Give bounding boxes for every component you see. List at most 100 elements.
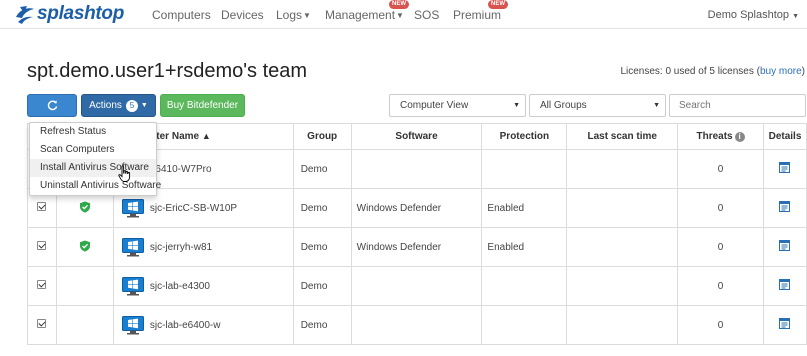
new-badge: NEW [488,0,508,9]
row-checkbox[interactable] [37,202,47,211]
computer-monitor-icon [121,237,144,256]
shield-check-icon [79,201,90,213]
hand-cursor-icon [118,165,131,182]
computer-name-link[interactable]: sjc-jerryh-w81 [150,242,212,253]
row-checkbox[interactable] [37,319,47,328]
view-select[interactable]: Computer View ▼ [389,94,526,117]
software-cell [350,149,483,189]
menu-item-scan-computers[interactable]: Scan Computers [30,141,156,159]
select-arrow-icon: ▼ [513,102,520,109]
actions-dropdown-menu: Refresh Status Scan Computers Install An… [29,122,161,196]
computer-name-link[interactable]: sjc-EricC-SB-W10P [150,203,237,214]
row-checkbox-cell[interactable] [27,266,57,306]
row-checkbox[interactable] [37,241,47,250]
info-icon[interactable]: i [734,132,745,142]
licenses-text: Licenses: 0 used of 5 licenses ( [620,66,760,77]
last-scan-cell [566,305,679,345]
refresh-button[interactable] [27,94,77,117]
last-scan-header[interactable]: Last scan time [566,123,679,150]
details-icon[interactable] [779,201,791,212]
software-header[interactable]: Software [350,123,483,150]
computer-monitor-icon [121,276,144,295]
user-menu[interactable]: Demo Splashtop ▼ [708,9,799,21]
buy-bitdefender-button[interactable]: Buy Bitdefender [160,94,245,117]
details-cell [762,149,807,189]
protection-header[interactable]: Protection [481,123,568,150]
computer-name-link[interactable]: e6410-W7Pro [150,164,212,175]
threats-cell: 0 [677,266,764,306]
protection-status-cell [55,227,114,267]
nav-computers[interactable]: Computers [152,8,211,22]
menu-item-install-antivirus[interactable]: Install Antivirus Software [30,159,156,177]
nav-sos[interactable]: SOS [414,8,439,22]
group-select[interactable]: All Groups ▼ [529,94,666,117]
refresh-icon [47,100,57,111]
shield-check-icon [79,240,90,252]
protection-cell: Enabled [481,188,568,228]
software-cell: Windows Defender [350,227,483,267]
nav-label: Premium [453,8,502,22]
new-badge: NEW [389,0,409,9]
group-header[interactable]: Group [292,123,352,150]
caret-down-icon: ▼ [792,13,799,20]
select-arrow-icon: ▼ [653,102,660,109]
threats-cell: 0 [677,149,764,189]
group-cell: Demo [292,188,352,228]
splashtop-logo[interactable]: splashtop [14,3,124,25]
row-checkbox[interactable] [37,280,47,289]
details-icon[interactable] [779,240,791,251]
menu-item-refresh-status[interactable]: Refresh Status [30,123,156,141]
group-select-value: All Groups [540,100,587,111]
table-row[interactable]: sjc-jerryh-w81 Demo Windows Defender Enable… [27,227,807,267]
protection-status-cell [55,266,114,306]
actions-count-badge: 5 [125,99,138,112]
details-icon[interactable] [779,279,791,290]
computer-monitor-icon [121,315,144,334]
brand-name: splashtop [37,3,125,24]
actions-label: Actions [89,100,122,111]
table-row[interactable]: sjc-lab-e4300 Demo 0 [27,266,807,306]
details-header: Details [762,123,807,150]
menu-item-uninstall-antivirus[interactable]: Uninstall Antivirus Software [30,177,161,195]
threats-header[interactable]: Threats i [677,123,764,150]
table-row[interactable]: sjc-lab-e6400-w Demo 0 [27,305,807,345]
computer-name-link[interactable]: sjc-lab-e4300 [150,281,210,292]
splashtop-logo-icon [16,6,34,24]
computer-name-cell: sjc-jerryh-w81 [112,227,294,267]
caret-down-icon: ▼ [396,11,404,20]
software-cell [350,305,483,345]
threats-cell: 0 [677,305,764,345]
details-cell [762,227,807,267]
row-checkbox-cell[interactable] [27,305,57,345]
nav-devices[interactable]: Devices [221,8,264,22]
protection-cell [481,305,568,345]
search-input[interactable] [669,94,806,117]
threats-cell: 0 [677,227,764,267]
last-scan-cell [566,188,679,228]
protection-cell [481,149,568,189]
details-icon[interactable] [779,318,791,329]
protection-cell [481,266,568,306]
group-cell: Demo [292,305,352,345]
nav-management[interactable]: Management▼ NEW [325,0,409,22]
last-scan-cell [566,149,679,189]
threats-cell: 0 [677,188,764,228]
computer-name-link[interactable]: sjc-lab-e6400-w [150,320,221,331]
software-cell [350,266,483,306]
details-icon[interactable] [779,162,791,173]
nav-label: SOS [414,8,440,22]
top-navbar: splashtop Computers Devices Logs▼ Manage… [0,0,807,29]
buy-more-link[interactable]: buy more [760,66,802,77]
nav-logs[interactable]: Logs▼ [276,8,311,22]
computer-name-cell: sjc-lab-e6400-w [112,305,294,345]
nav-label: Management [325,8,396,22]
group-cell: Demo [292,227,352,267]
actions-button[interactable]: Actions 5 ▼ [81,94,156,117]
caret-down-icon: ▼ [303,11,311,20]
row-checkbox-cell[interactable] [27,227,57,267]
nav-premium[interactable]: Premium NEW [453,0,508,22]
details-cell [762,305,807,345]
protection-status-cell [55,305,114,345]
licenses-info: Licenses: 0 used of 5 licenses (buy more… [620,66,805,77]
sort-up-icon: ▲ [201,131,211,141]
